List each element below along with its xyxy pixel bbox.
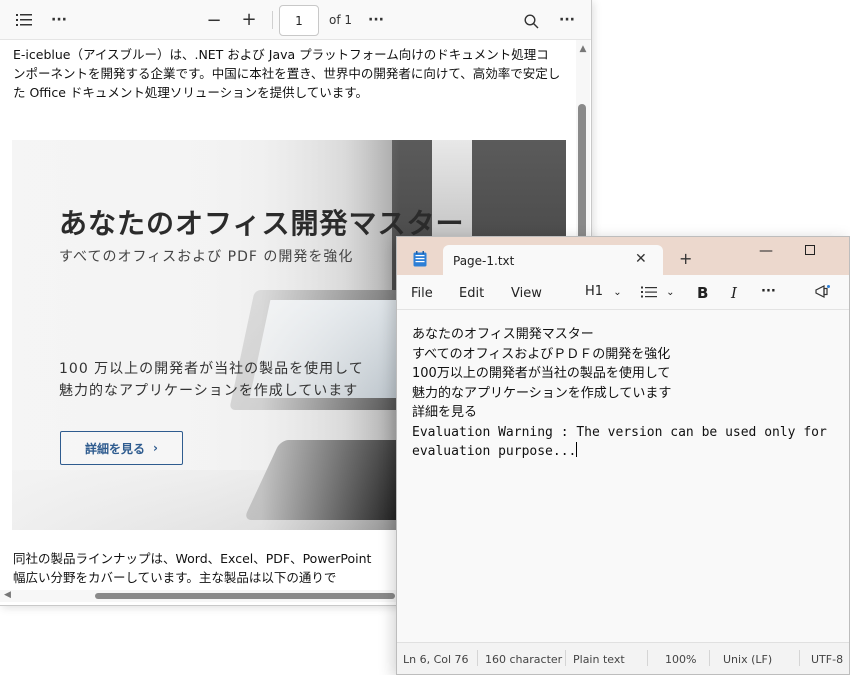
status-character-count: 160 character [485,653,563,666]
text-caret [576,442,578,457]
banner-subtitle: すべてのオフィスおよび PDF の開発を強化 [59,249,354,265]
status-divider [565,650,566,666]
text-line: Evaluation Warning : The version can be … [412,424,827,440]
banner-body-line: 魅力的なアプリケーションを作成しています [59,383,359,399]
notepad-app-icon [413,251,427,267]
minimize-icon[interactable]: — [759,243,773,259]
banner-body-line: 100 万以上の開発者が当社の製品を使用して [59,361,364,377]
status-line-ending[interactable]: Unix (LF) [723,653,772,666]
pdf-toolbar: ··· − + 1 of 1 ··· ··· [0,0,591,40]
notepad-window: Page-1.txt ✕ + — File Edit View H1 ⌄ ⌄ B… [396,236,850,675]
more-icon[interactable]: ··· [49,10,69,30]
toolbar-divider [272,11,273,29]
chevron-down-icon: ⌄ [666,287,675,298]
text-line: あなたのオフィス開発マスター [412,327,594,342]
copilot-icon[interactable] [815,285,831,303]
more-icon[interactable]: ··· [366,10,386,30]
status-cursor-position[interactable]: Ln 6, Col 76 [403,653,469,666]
status-format[interactable]: Plain text [573,653,625,666]
italic-button[interactable]: I [731,284,737,302]
scroll-up-icon[interactable]: ▲ [577,44,589,54]
chevron-right-icon: › [153,441,158,455]
text-line: evaluation purpose... [412,444,577,459]
more-icon[interactable]: ··· [557,10,577,30]
text-line: 詳細を見る [412,405,478,420]
menu-file[interactable]: File [411,286,433,301]
chevron-down-icon: ⌄ [613,287,622,298]
menubar-divider [397,309,849,310]
status-divider [709,650,710,666]
bold-button[interactable]: B [697,284,708,302]
close-tab-icon[interactable]: ✕ [635,251,647,267]
search-icon[interactable] [521,11,541,31]
learn-more-button[interactable]: 詳細を見る › [60,431,183,465]
intro-paragraph: E-iceblue（アイスブルー）は、.NET および Java プラットフォー… [13,47,561,100]
new-tab-icon[interactable]: + [679,249,692,268]
tab-title: Page-1.txt [453,254,515,268]
status-zoom[interactable]: 100% [665,653,696,666]
horizontal-scroll-thumb[interactable] [95,593,395,599]
status-divider [799,650,800,666]
zoom-in-icon[interactable]: + [239,8,259,30]
text-line-last: evaluation purpose... [412,442,842,462]
zoom-out-icon[interactable]: − [204,9,224,31]
text-line: 100万以上の開発者が当社の製品を使用して [412,366,671,381]
learn-more-label: 詳細を見る [85,441,146,456]
text-line: 魅力的なアプリケーションを作成しています [412,385,672,401]
menu-edit[interactable]: Edit [459,286,484,301]
heading-dropdown[interactable]: H1 ⌄ [585,284,622,299]
status-divider [477,650,478,666]
heading-label: H1 [585,284,604,299]
status-encoding[interactable]: UTF-8 [811,653,843,666]
list-dropdown[interactable]: ⌄ [641,286,675,302]
maximize-icon[interactable] [805,245,815,255]
list-icon [641,286,657,298]
page-total-label: of 1 [329,13,353,27]
text-line: すべてのオフィスおよびＰＤＦの開発を強化 [412,346,671,362]
banner-body: 100 万以上の開発者が当社の製品を使用して 魅力的なアプリケーションを作成して… [59,358,364,402]
scroll-left-icon[interactable]: ◀ [4,590,11,600]
more-icon[interactable]: ··· [761,284,776,299]
outline-icon[interactable] [14,11,34,29]
page-number-input[interactable]: 1 [279,5,319,36]
menu-view[interactable]: View [511,286,542,301]
status-divider [647,650,648,666]
text-editor[interactable]: あなたのオフィス開発マスター すべてのオフィスおよびＰＤＦの開発を強化 100万… [412,325,842,462]
